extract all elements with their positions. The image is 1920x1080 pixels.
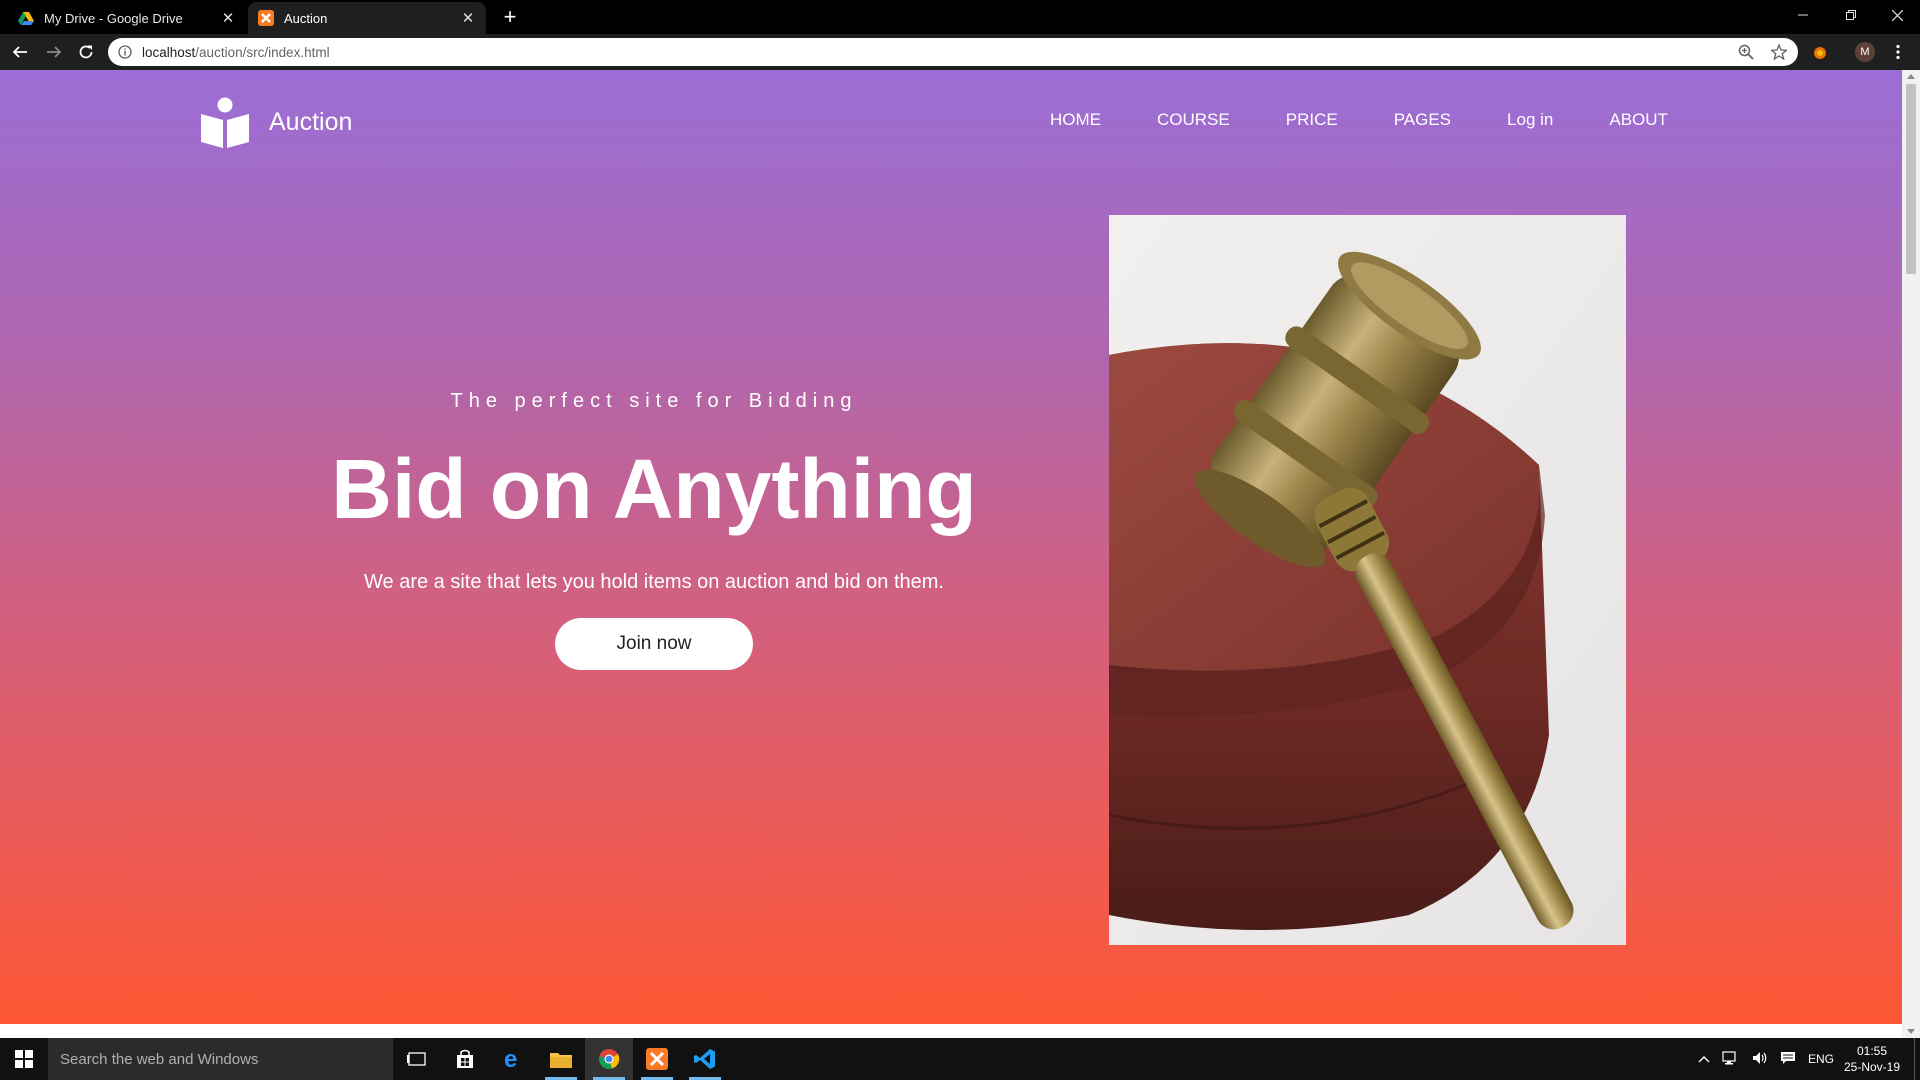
svg-text:e: e [504,1048,517,1070]
address-bar[interactable]: localhost/auction/src/index.html [108,38,1798,66]
join-now-button[interactable]: Join now [555,618,753,671]
nav-home[interactable]: HOME [1050,110,1101,130]
book-reader-icon [201,97,249,148]
page-scrollbar[interactable] [1902,70,1920,1038]
zoom-icon[interactable] [1738,38,1754,66]
store-icon[interactable] [441,1038,489,1080]
tab-title: Auction [284,10,328,26]
menu-icon[interactable] [1886,40,1910,64]
url-text: localhost/auction/src/index.html [142,45,330,60]
new-tab-button[interactable]: + [498,6,522,30]
scrollbar-thumb[interactable] [1906,84,1916,274]
file-explorer-icon[interactable] [537,1038,585,1080]
nav-course[interactable]: COURSE [1157,110,1230,130]
notifications-icon[interactable] [1780,1051,1796,1068]
system-tray: ENG 01:55 25-Nov-19 [1698,1038,1920,1080]
extension-icon[interactable] [1808,40,1832,64]
language-indicator[interactable]: ENG [1808,1052,1834,1066]
site-logo[interactable]: Auction [199,96,352,148]
hero-headline: Bid on Anything [331,442,977,536]
gavel-image [1109,215,1626,945]
back-icon[interactable] [6,38,34,66]
nav-about[interactable]: ABOUT [1609,110,1668,130]
xampp-icon [258,10,274,26]
minimize-icon[interactable] [1780,0,1826,30]
task-view-icon[interactable] [393,1038,441,1080]
scroll-up-icon[interactable] [1907,74,1915,79]
forward-icon[interactable] [40,38,68,66]
hero-description: We are a site that lets you hold items o… [364,571,944,594]
chevron-up-icon[interactable] [1698,1052,1710,1066]
url-host: localhost [142,44,196,60]
volume-icon[interactable] [1752,1051,1768,1068]
close-tab-icon[interactable]: ✕ [220,9,236,27]
close-window-icon[interactable] [1874,0,1920,30]
tab-google-drive[interactable]: My Drive - Google Drive ✕ [8,2,246,34]
vscode-icon[interactable] [681,1038,729,1080]
info-icon[interactable] [118,45,132,59]
reload-icon[interactable] [72,38,100,66]
browser-titlebar: My Drive - Google Drive ✕ Auction ✕ + [0,0,1920,34]
hero-tagline: The perfect site for Bidding [450,390,858,412]
bookmark-star-icon[interactable] [1771,38,1787,66]
xampp-taskbar-icon[interactable] [633,1038,681,1080]
google-drive-icon [18,12,34,25]
nav-login[interactable]: Log in [1507,110,1553,130]
taskbar-search-box[interactable]: Search the web and Windows [48,1038,393,1080]
taskbar-clock[interactable]: 01:55 25-Nov-19 [1844,1043,1900,1075]
windows-start-icon[interactable] [0,1038,48,1080]
restore-icon[interactable] [1828,0,1874,30]
hero-section: The perfect site for Bidding Bid on Anyt… [304,390,1004,671]
browser-toolbar: localhost/auction/src/index.html M [0,34,1920,70]
scroll-down-icon[interactable] [1907,1029,1915,1034]
logo-text: Auction [269,107,353,136]
nav-price[interactable]: PRICE [1286,110,1338,130]
url-path: /auction/src/index.html [195,44,330,60]
page-bottom-strip [0,1024,1902,1038]
profile-avatar[interactable]: M [1853,40,1877,64]
nav-pages[interactable]: PAGES [1394,110,1451,130]
clock-time: 01:55 [1856,1044,1887,1058]
chrome-icon[interactable] [585,1038,633,1080]
profile-initial: M [1855,42,1875,62]
main-nav: HOME COURSE PRICE PAGES Log in ABOUT [1050,110,1724,130]
tab-auction[interactable]: Auction ✕ [248,2,486,34]
show-desktop-button[interactable] [1914,1038,1920,1080]
windows-taskbar: Search the web and Windows e ENG 01:55 2… [0,1038,1920,1080]
tab-title: My Drive - Google Drive [44,10,183,26]
page-viewport: Auction HOME COURSE PRICE PAGES Log in A… [0,70,1902,1024]
clock-date: 25-Nov-19 [1843,1060,1900,1074]
network-icon[interactable] [1722,1050,1740,1068]
close-tab-icon[interactable]: ✕ [460,9,476,27]
edge-icon[interactable]: e [489,1038,537,1080]
